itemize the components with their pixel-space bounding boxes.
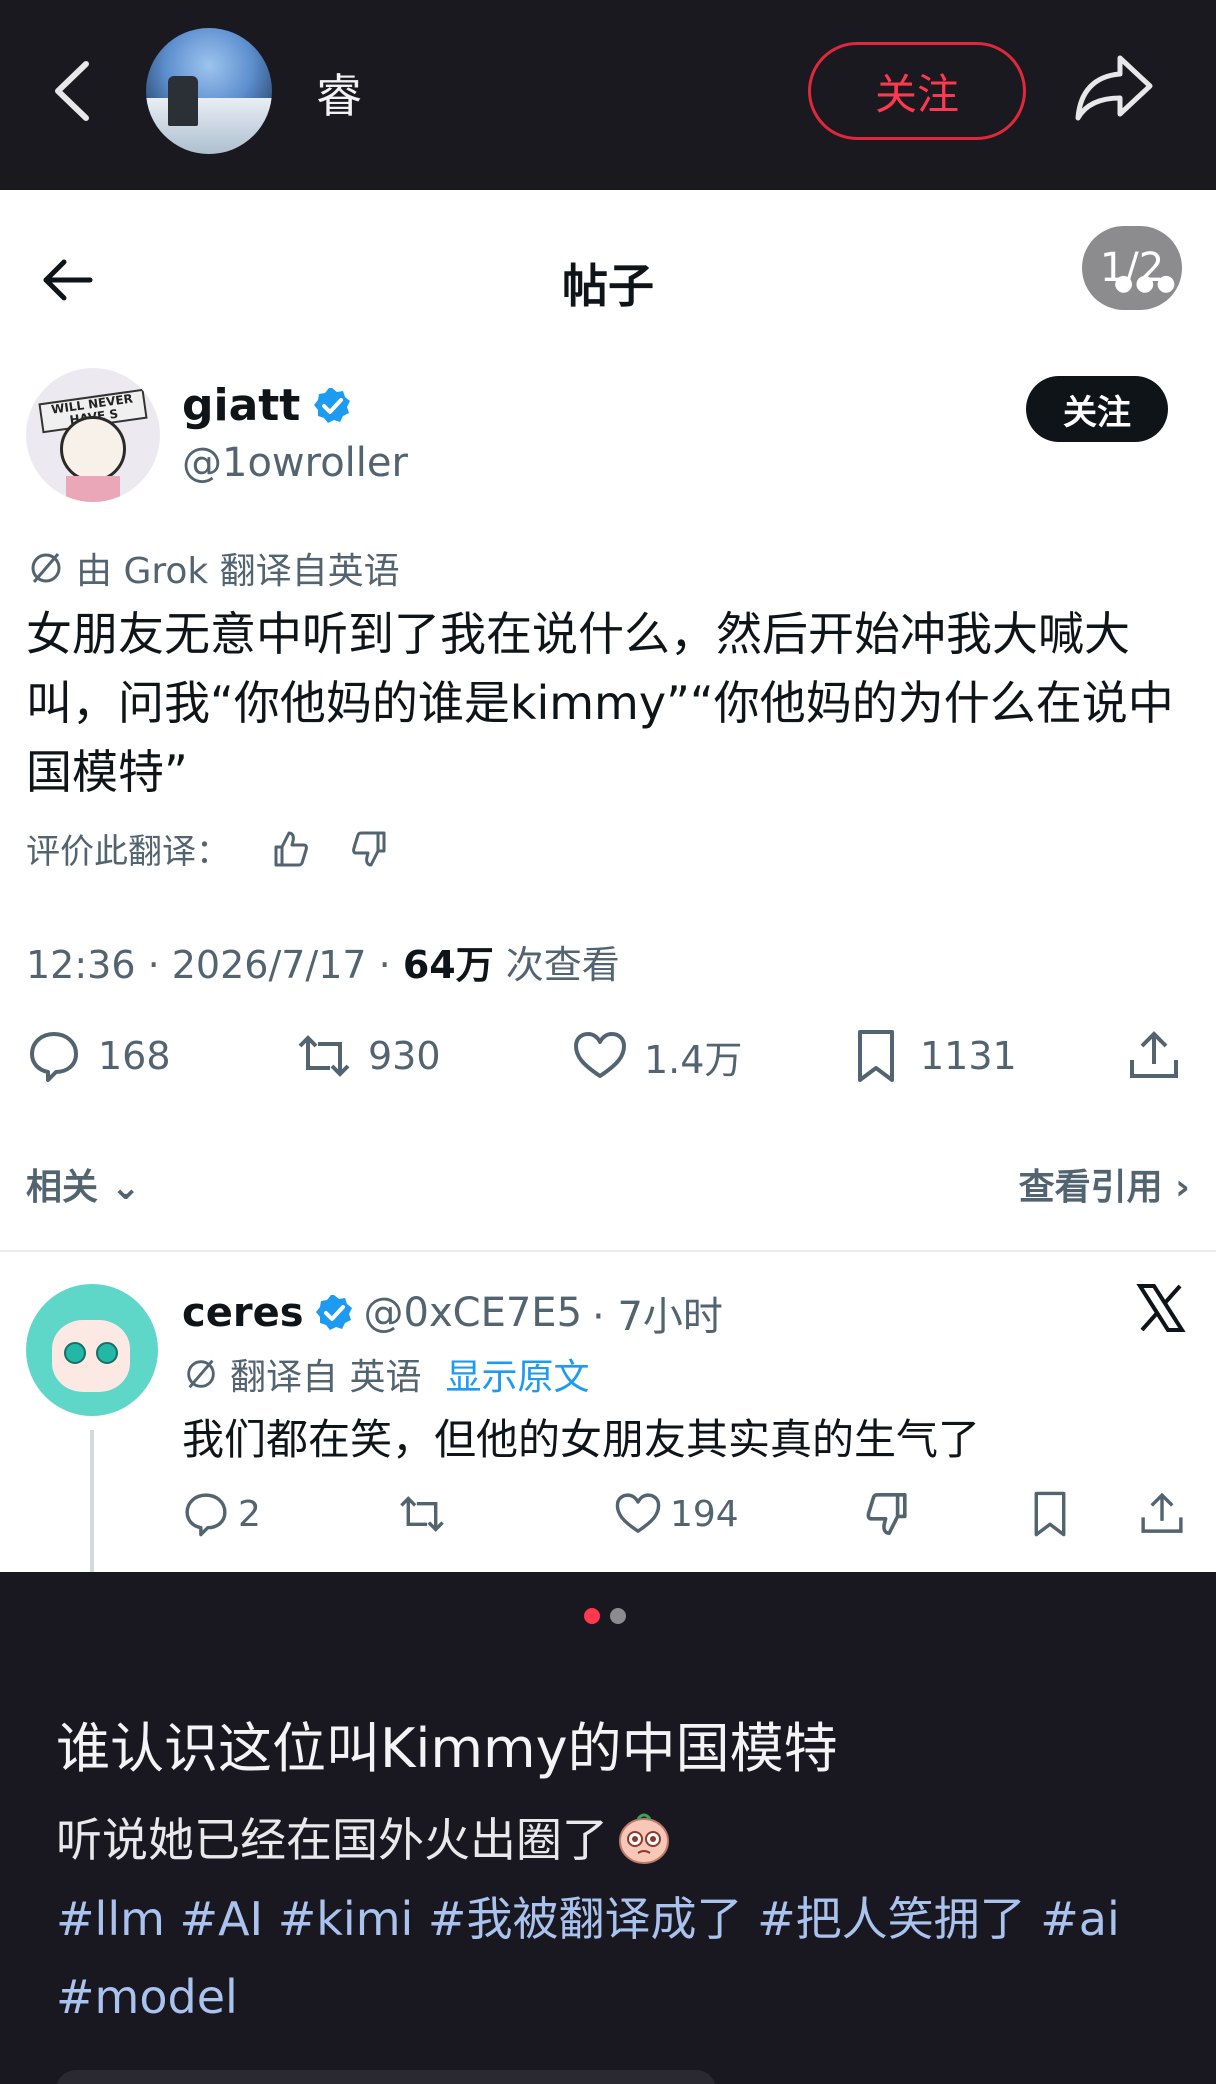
tweet-meta: 12:36 · 2026/7/17 · 64万 次查看 bbox=[26, 934, 620, 989]
post-header: 帖子 1/2 ●●● bbox=[0, 190, 1216, 340]
post-title: 帖子 bbox=[562, 259, 654, 313]
follow-button[interactable]: 关注 bbox=[808, 42, 1026, 140]
reply-author-name: ceres bbox=[182, 1290, 304, 1336]
thumbs-down-icon bbox=[866, 1493, 907, 1535]
back-chevron-icon[interactable] bbox=[48, 58, 94, 124]
reply-action: 168 bbox=[26, 1028, 171, 1084]
follow-author-button: 关注 bbox=[1026, 376, 1168, 442]
note-body-text: 听说她已经在国外火出圈了 bbox=[56, 1813, 608, 1867]
show-original-link: 显示原文 bbox=[445, 1357, 590, 1398]
thumbs-down-icon bbox=[352, 831, 386, 866]
view-quotes-link: 查看引用 › bbox=[1019, 1158, 1190, 1210]
avatar-figure bbox=[168, 76, 198, 126]
more-dots-icon: ●●● bbox=[1114, 271, 1178, 296]
carousel-indicator[interactable] bbox=[584, 1608, 626, 1624]
like-count: 1.4万 bbox=[644, 1037, 743, 1082]
translate-icon bbox=[31, 553, 61, 583]
reply-reply-count: 2 bbox=[238, 1493, 261, 1535]
comment-input-bar[interactable] bbox=[56, 2070, 716, 2084]
note-body: 听说她已经在国外火出圈了 bbox=[56, 1804, 672, 1870]
share-action bbox=[1126, 1028, 1182, 1084]
reply-handle: @0xCE7E5 bbox=[363, 1290, 583, 1336]
reply-like-count: 194 bbox=[670, 1493, 739, 1535]
translation-note-text: 由 Grok 翻译自英语 bbox=[76, 551, 400, 592]
tweet-screenshot-card[interactable]: 帖子 1/2 ●●● WILL NEVER HAVE S giatt @1owr… bbox=[0, 190, 1216, 1572]
note-title: 谁认识这位叫Kimmy的中国模特 bbox=[56, 1717, 838, 1780]
related-dropdown: 相关 ⌄ bbox=[26, 1158, 141, 1210]
reply-translation-text: 翻译自 英语 bbox=[230, 1357, 422, 1398]
author-name: giatt bbox=[182, 380, 301, 431]
bookmark-icon bbox=[858, 1030, 894, 1082]
retweet-icon bbox=[298, 1035, 350, 1077]
view-count: 64万 bbox=[402, 943, 494, 987]
share-icon[interactable] bbox=[1074, 52, 1154, 122]
reply-time: · 7小时 bbox=[592, 1294, 723, 1340]
reply-text: 我们都在笑，但他的女朋友其实真的生气了 bbox=[182, 1415, 981, 1464]
tweet-actions: 168 930 1.4万 1131 bbox=[26, 1028, 1190, 1098]
reply-icon bbox=[30, 1032, 78, 1082]
reply-actions: 2 194 bbox=[182, 1490, 1186, 1550]
chevron-down-icon: ⌄ bbox=[110, 1167, 141, 1208]
avatar-clothes bbox=[66, 476, 120, 502]
related-label: 相关 bbox=[26, 1167, 99, 1208]
reply-translation-note: 翻译自 英语 显示原文 bbox=[182, 1348, 589, 1400]
reply-header: ceres @0xCE7E5 · 7小时 bbox=[182, 1284, 723, 1342]
carousel-dot-2[interactable] bbox=[610, 1608, 626, 1624]
verified-badge-icon bbox=[314, 387, 351, 423]
rate-translation-row: 评价此翻译： bbox=[26, 824, 390, 873]
retweet-count: 930 bbox=[368, 1034, 441, 1078]
reply-count: 168 bbox=[98, 1034, 171, 1078]
chevron-right-icon: › bbox=[1175, 1167, 1190, 1208]
translate-icon bbox=[187, 1359, 215, 1389]
rate-label: 评价此翻译： bbox=[26, 832, 230, 872]
bookmark-count: 1131 bbox=[920, 1034, 1017, 1078]
page-indicator: 1/2 ●●● bbox=[1082, 226, 1182, 310]
author-handle: @1owroller bbox=[182, 440, 408, 486]
author-name-row: giatt bbox=[182, 380, 352, 431]
reply-retweet-action bbox=[398, 1490, 446, 1538]
top-app-bar: 睿 关注 bbox=[0, 0, 1216, 190]
user-name[interactable]: 睿 bbox=[316, 60, 362, 126]
tweet-time: 12:36 · 2026/7/17 · bbox=[26, 943, 403, 987]
reply-dislike-action bbox=[864, 1490, 912, 1538]
divider bbox=[0, 1250, 1216, 1252]
reply-avatar bbox=[26, 1284, 158, 1416]
translation-note: 由 Grok 翻译自英语 bbox=[26, 542, 400, 594]
reply-reply-action: 2 bbox=[182, 1490, 261, 1538]
carousel-dot-1[interactable] bbox=[584, 1608, 600, 1624]
verified-badge-icon bbox=[315, 1295, 352, 1330]
retweet-icon bbox=[400, 1496, 444, 1532]
heart-icon bbox=[615, 1493, 661, 1533]
thumbs-up-icon bbox=[274, 831, 308, 866]
reply-icon bbox=[185, 1493, 227, 1537]
reply-share-action bbox=[1138, 1490, 1186, 1538]
user-avatar[interactable] bbox=[146, 28, 272, 154]
avatar-face bbox=[60, 416, 126, 482]
share-upload-icon bbox=[1130, 1031, 1178, 1078]
heart-icon bbox=[574, 1032, 626, 1078]
x-logo-icon bbox=[1136, 1284, 1186, 1332]
retweet-action: 930 bbox=[296, 1028, 441, 1084]
reply-avatar-eye-right bbox=[96, 1342, 118, 1364]
view-label: 次查看 bbox=[493, 943, 620, 987]
bookmark-icon bbox=[1034, 1491, 1066, 1537]
view-quotes-label: 查看引用 bbox=[1018, 1167, 1163, 1208]
author-avatar: WILL NEVER HAVE S bbox=[26, 368, 160, 502]
reply-avatar-eye-left bbox=[64, 1342, 86, 1364]
bookmark-action: 1131 bbox=[848, 1028, 1017, 1084]
reply-like-action: 194 bbox=[614, 1490, 739, 1538]
share-upload-icon bbox=[1141, 1492, 1183, 1533]
reply-bookmark-action bbox=[1026, 1490, 1074, 1538]
thread-line bbox=[90, 1430, 94, 1572]
tweet-text: 女朋友无意中听到了我在说什么，然后开始冲我大喊大叫，问我“你他妈的谁是kimmy… bbox=[26, 607, 1174, 799]
avatar-snow bbox=[146, 98, 272, 154]
like-action: 1.4万 bbox=[572, 1028, 742, 1084]
emoji-sticker-icon bbox=[619, 1813, 669, 1864]
hashtags[interactable]: #llm #AI #kimi #我被翻译成了 #把人笑拥了 #ai #model bbox=[56, 1880, 1166, 2036]
